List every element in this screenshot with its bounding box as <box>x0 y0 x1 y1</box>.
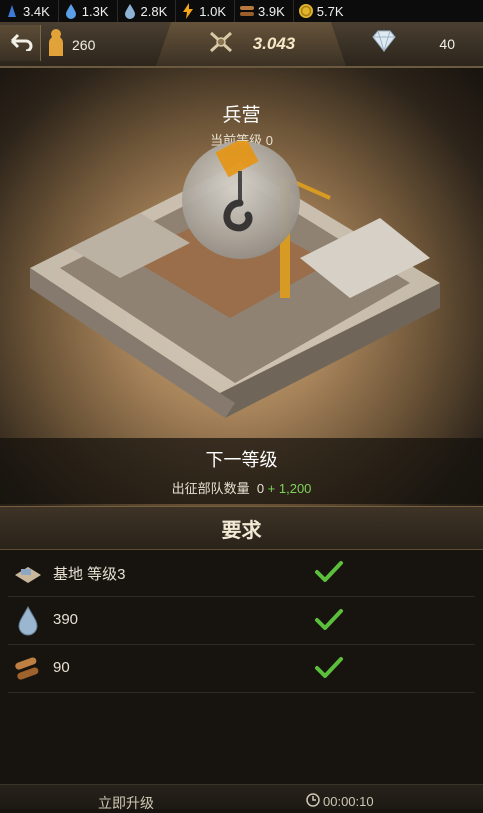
upgrade-badge[interactable] <box>182 136 300 259</box>
stat-label: 出征部队数量 <box>171 481 250 496</box>
requirement-label: 390 <box>53 611 79 628</box>
crane-hook-icon <box>182 136 300 263</box>
clock-icon <box>306 793 320 810</box>
resource-value: 3.9K <box>258 3 285 19</box>
water-drop-icon <box>122 3 138 19</box>
timer-value: 00:00:10 <box>323 794 374 809</box>
requirement-label: 90 <box>53 659 70 676</box>
stat-bonus: + 1,200 <box>267 481 312 496</box>
top-header: 260 3.043 40 <box>0 22 483 68</box>
troop-count-value: 260 <box>72 36 96 53</box>
lightning-icon <box>180 3 196 19</box>
resource-water[interactable]: 1.3K <box>59 0 118 22</box>
resource-value: 1.3K <box>81 3 109 19</box>
resource-value: 1.0K <box>199 3 226 19</box>
gold-coin-icon <box>298 3 314 19</box>
upgrade-timer: 00:00:10 <box>306 793 374 810</box>
checkmark-icon <box>314 607 344 633</box>
requirement-label: 基地 等级3 <box>53 566 126 583</box>
resource-energy[interactable]: 1.0K <box>176 0 235 22</box>
resource-wood[interactable]: 3.9K <box>235 0 294 22</box>
gem-count[interactable]: 40 <box>370 30 475 57</box>
back-button[interactable] <box>0 25 41 61</box>
water-drop-icon <box>63 3 79 19</box>
upgrade-now-button[interactable]: 立即升级 <box>98 793 154 813</box>
power-display[interactable]: 3.043 <box>156 22 346 66</box>
next-level-stat: 出征部队数量 0 + 1,200 <box>0 478 483 497</box>
requirement-wood[interactable]: 90 <box>8 645 475 693</box>
requirement-water[interactable]: 390 <box>8 597 475 645</box>
troop-count[interactable]: 260 <box>46 28 95 61</box>
requirements-title: 要求 <box>221 519 262 542</box>
base-building-icon <box>12 557 44 589</box>
stat-current: 0 <box>256 481 265 496</box>
next-level-title: 下一等级 <box>205 450 278 470</box>
requirements-list: 基地 等级3 390 90 <box>0 549 483 693</box>
water-drop-icon <box>12 605 44 637</box>
checkmark-icon <box>314 559 344 585</box>
checkmark-icon <box>314 655 344 681</box>
requirement-base-level[interactable]: 基地 等级3 <box>8 549 475 597</box>
crossed-swords-icon <box>207 31 235 58</box>
resource-value: 5.7K <box>316 3 344 19</box>
resource-value: 3.4K <box>23 3 50 19</box>
resource-water-2[interactable]: 2.8K <box>118 0 177 22</box>
resource-oil[interactable]: 3.4K <box>0 0 59 22</box>
wood-logs-icon <box>12 653 44 685</box>
building-scene: 兵营 当前等级 0 下一等级 出征部队数量 0 + 1,200 <box>0 68 483 508</box>
soldier-icon <box>46 28 66 61</box>
requirements-header: 要求 <box>0 506 483 550</box>
diamond-icon <box>370 30 398 57</box>
resource-value: 2.8K <box>140 3 168 19</box>
footer-bar: 立即升级 00:00:10 <box>0 784 483 811</box>
wood-logs-icon <box>239 3 255 19</box>
power-value: 3.043 <box>252 34 296 53</box>
building-name: 兵营 <box>222 105 261 126</box>
resource-bar: 3.4K 1.3K 2.8K 1.0K 3.9K 5.7K <box>0 0 483 23</box>
back-arrow-icon <box>6 31 34 56</box>
next-level-panel: 下一等级 出征部队数量 0 + 1,200 <box>0 438 483 504</box>
resource-gold[interactable]: 5.7K <box>294 0 352 22</box>
gem-count-value: 40 <box>439 35 455 52</box>
oil-icon <box>4 3 20 19</box>
